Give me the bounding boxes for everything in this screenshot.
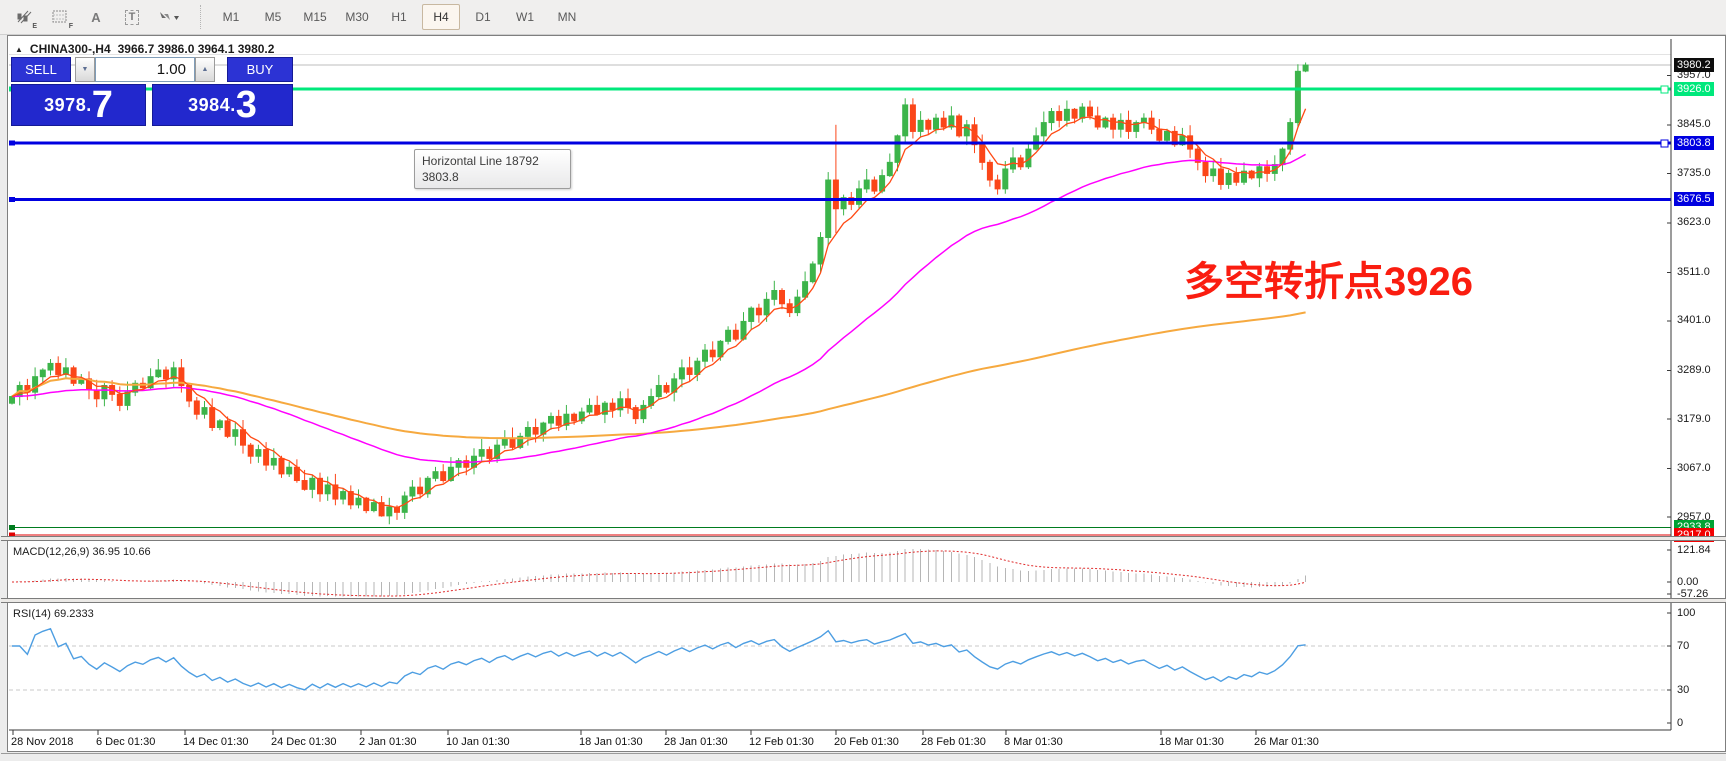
tooltip-line-name: Horizontal Line 18792 (422, 153, 563, 169)
rsi-axis-label: 100 (1674, 607, 1698, 620)
date-axis-label: 20 Feb 01:30 (834, 736, 899, 748)
rsi-panel-divider[interactable] (1, 598, 1726, 603)
price-axis-tick-label: 3179.0 (1674, 413, 1714, 426)
rsi-label: RSI(14) 69.2333 (13, 608, 94, 620)
chart-ohlc-values: 3966.7 3986.0 3964.1 3980.2 (118, 42, 275, 56)
horizontal-line-tooltip: Horizontal Line 18792 3803.8 (414, 149, 571, 189)
tooltip-line-price: 3803.8 (422, 169, 563, 185)
date-axis-label: 12 Feb 01:30 (749, 736, 814, 748)
chart-text-annotation[interactable]: 多空转折点3926 (1184, 249, 1473, 307)
date-axis-label: 2 Jan 01:30 (359, 736, 417, 748)
sell-price-big-digit: 7 (92, 85, 113, 125)
price-line-badge: 3803.8 (1674, 136, 1714, 150)
price-line-badge: 3926.0 (1674, 82, 1714, 96)
rsi-axis-label: 0 (1674, 717, 1686, 730)
date-axis-label: 8 Mar 01:30 (1004, 736, 1063, 748)
macd-label: MACD(12,26,9) 36.95 10.66 (13, 546, 151, 558)
date-axis-label: 6 Dec 01:30 (96, 736, 155, 748)
macd-axis-label: 121.84 (1674, 544, 1714, 557)
rsi-axis-label: 30 (1674, 684, 1692, 697)
price-axis-tick-label: 3735.0 (1674, 167, 1714, 180)
mt4-application: EFAT M1M5M15M30H1H4D1W1MN ▲ CHINA300-,H4… (0, 0, 1726, 759)
date-axis-label: 28 Feb 01:30 (921, 736, 986, 748)
rsi-axis-label: 70 (1674, 640, 1692, 653)
date-axis-label: 28 Jan 01:30 (664, 736, 728, 748)
date-axis-label: 14 Dec 01:30 (183, 736, 248, 748)
price-axis-tick-label: 3845.0 (1674, 118, 1714, 131)
window-collapse-icon[interactable]: ▲ (15, 45, 23, 54)
buy-price-box[interactable]: 3984. 3 (152, 84, 293, 126)
sell-price-main: 3978. (44, 95, 92, 116)
one-click-trading-panel: SELL ▼ ▲ BUY 3978. 7 3984. 3 (11, 57, 293, 126)
sell-price-box[interactable]: 3978. 7 (11, 84, 146, 126)
chart-symbol-period: CHINA300-,H4 (30, 42, 111, 56)
sell-button[interactable]: SELL (11, 57, 71, 82)
buy-price-main: 3984. (188, 95, 236, 116)
price-axis-tick-label: 3623.0 (1674, 216, 1714, 229)
price-axis-tick-label: 3511.0 (1674, 266, 1713, 279)
date-axis-label: 10 Jan 01:30 (446, 736, 510, 748)
buy-button[interactable]: BUY (227, 57, 293, 82)
date-axis-label: 18 Mar 01:30 (1159, 736, 1224, 748)
window-bottom-strip (1, 753, 1726, 761)
volume-decrease-button[interactable]: ▼ (75, 57, 95, 82)
buy-price-big-digit: 3 (236, 85, 257, 125)
price-line-badge: 3676.5 (1674, 192, 1714, 206)
date-axis-label: 18 Jan 01:30 (579, 736, 643, 748)
date-axis-label: 26 Mar 01:30 (1254, 736, 1319, 748)
price-axis-tick-label: 3289.0 (1674, 364, 1714, 377)
macd-panel-divider[interactable] (1, 536, 1726, 541)
date-axis-label: 28 Nov 2018 (11, 736, 73, 748)
chart-title: ▲ CHINA300-,H4 3966.7 3986.0 3964.1 3980… (15, 42, 274, 56)
volume-increase-button[interactable]: ▲ (195, 57, 215, 82)
price-line-badge: 3980.2 (1674, 58, 1714, 72)
volume-input[interactable] (95, 57, 195, 82)
date-axis-label: 24 Dec 01:30 (271, 736, 336, 748)
chart-window: ▲ CHINA300-,H4 3966.7 3986.0 3964.1 3980… (7, 35, 1726, 752)
price-axis-tick-label: 3401.0 (1674, 314, 1714, 327)
price-axis-tick-label: 3067.0 (1674, 462, 1714, 475)
